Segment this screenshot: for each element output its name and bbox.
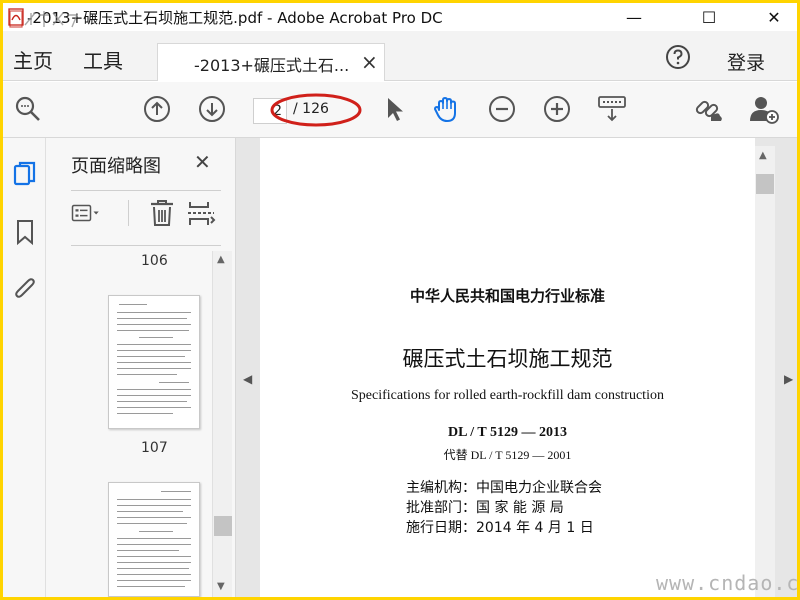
scroll-up-arrow[interactable]: ▲	[759, 150, 767, 161]
menu-bar: 主页 工具 -2013+碾压式土石... × 登录	[3, 31, 797, 81]
panel-scrollbar[interactable]: ▲ ▼	[212, 251, 232, 597]
pdf-page: 中华人民共和国电力行业标准 碾压式土石坝施工规范 Specifications …	[260, 138, 755, 597]
menu-tools[interactable]: 工具	[83, 45, 123, 74]
zoom-in-icon[interactable]	[542, 94, 572, 124]
keyboard-icon[interactable]	[597, 94, 627, 124]
select-cursor-icon[interactable]	[379, 94, 409, 124]
site-logo-watermark	[9, 10, 79, 28]
maximize-button[interactable]: ☐	[686, 3, 732, 31]
add-user-icon[interactable]	[749, 94, 779, 124]
thumbnail-options-icon[interactable]	[71, 198, 101, 228]
hand-tool-icon[interactable]	[431, 94, 461, 124]
document-viewer: ◀ 中华人民共和国电力行业标准 碾压式土石坝施工规范 Specification…	[236, 138, 797, 597]
extract-pages-icon[interactable]	[186, 198, 216, 228]
page-thumbnail[interactable]	[108, 295, 200, 429]
close-window-button[interactable]: ✕	[751, 3, 797, 31]
viewer-scrollbar[interactable]: ▲	[755, 146, 775, 597]
site-watermark: www.cndao.com	[656, 571, 797, 595]
collapse-right-panel-arrow[interactable]: ▶	[784, 372, 793, 386]
login-button[interactable]: 登录	[727, 48, 765, 75]
share-link-icon[interactable]	[693, 94, 723, 124]
thumbnail-label: 107	[141, 440, 168, 456]
page-thumbnail[interactable]	[108, 482, 200, 597]
icon-divider	[128, 200, 129, 226]
tab-close-button[interactable]: ×	[361, 50, 378, 74]
title-bar: -2013+碾压式土石坝施工规范.pdf - Adobe Acrobat Pro…	[3, 3, 797, 31]
panel-scroll-thumb[interactable]	[214, 516, 232, 536]
zoom-out-icon[interactable]	[487, 94, 517, 124]
panel-close-button[interactable]: ✕	[194, 150, 211, 174]
menu-home[interactable]: 主页	[13, 45, 53, 74]
highlight-ellipse-annotation	[270, 93, 362, 127]
panel-divider	[71, 190, 221, 191]
doc-approver: 批准部门：国 家 能 源 局	[406, 500, 564, 516]
viewer-scroll-thumb[interactable]	[756, 174, 774, 194]
doc-title-cn: 碾压式土石坝施工规范	[402, 347, 613, 371]
prev-page-icon[interactable]	[142, 94, 172, 124]
doc-code: DL / T 5129 — 2013	[448, 425, 567, 440]
doc-replaces: 代替 DL / T 5129 — 2001	[443, 448, 572, 462]
window-title: -2013+碾压式土石坝施工规范.pdf - Adobe Acrobat Pro…	[27, 9, 443, 27]
doc-effective-date: 施行日期：2014 年 4 月 1 日	[406, 520, 594, 536]
next-page-icon[interactable]	[197, 94, 227, 124]
document-tab-label: -2013+碾压式土石...	[194, 56, 350, 75]
doc-editor: 主编机构：中国电力企业联合会	[406, 480, 602, 496]
toolbar: 2 / 126	[3, 82, 797, 138]
doc-org: 中华人民共和国电力行业标准	[409, 287, 605, 305]
trash-icon[interactable]	[147, 198, 177, 228]
collapse-left-panel-arrow[interactable]: ◀	[243, 372, 252, 386]
thumbnail-label: 106	[141, 253, 168, 269]
acrobat-window: -2013+碾压式土石坝施工规范.pdf - Adobe Acrobat Pro…	[3, 3, 797, 597]
zoom-search-icon[interactable]	[13, 94, 43, 124]
scroll-up-arrow[interactable]: ▲	[217, 254, 225, 265]
doc-title-en: Specifications for rolled earth-rockfill…	[351, 388, 664, 403]
scroll-down-arrow[interactable]: ▼	[217, 581, 225, 592]
minimize-button[interactable]: —	[611, 3, 657, 31]
attachment-icon[interactable]	[12, 275, 38, 303]
thumbnail-panel: 页面缩略图 ✕ 106 107 ▲ ▼	[46, 138, 236, 597]
panel-title: 页面缩略图	[71, 156, 161, 177]
panel-divider-2	[71, 245, 221, 246]
bookmark-icon[interactable]	[12, 218, 38, 246]
left-rail	[3, 138, 46, 597]
help-icon[interactable]	[665, 44, 691, 70]
page-thumbnails-icon[interactable]	[12, 160, 38, 188]
document-tab[interactable]: -2013+碾压式土石... ×	[157, 43, 385, 81]
